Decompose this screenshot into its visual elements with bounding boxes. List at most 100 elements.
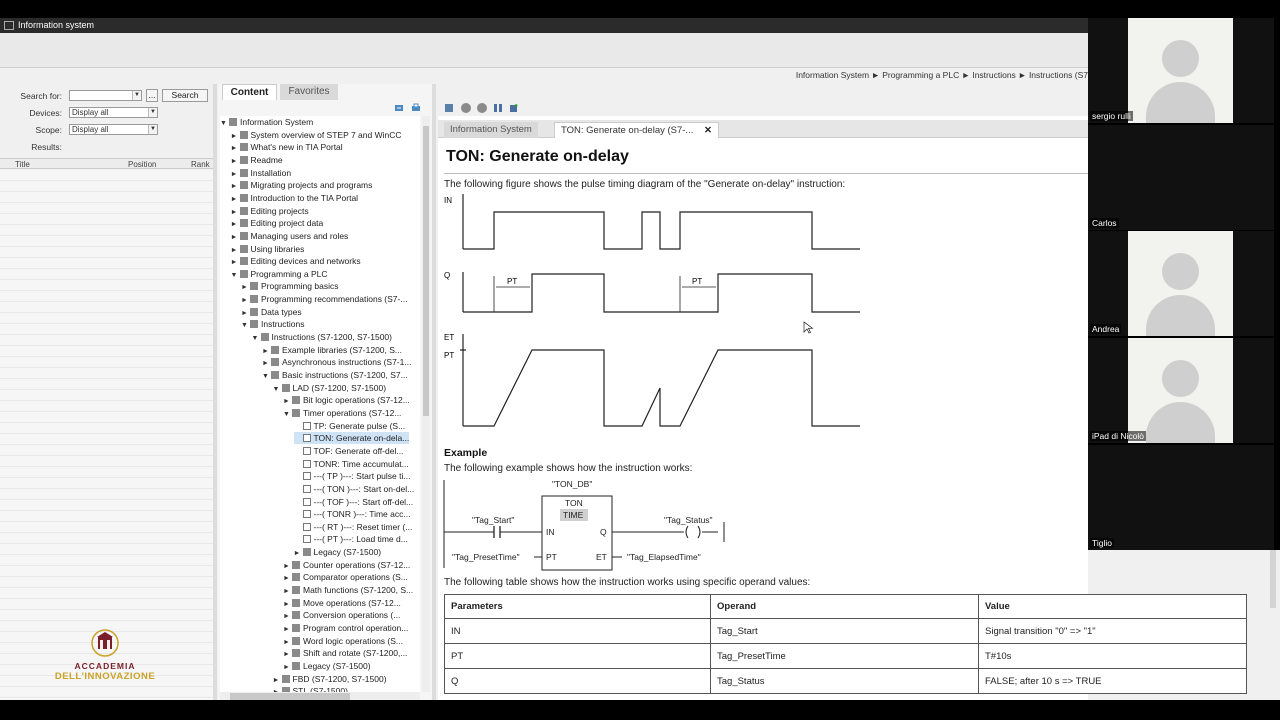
tree-item[interactable]: TP: Generate pulse (S... xyxy=(294,420,405,432)
tree-item[interactable]: ► Migrating projects and programs xyxy=(231,179,373,191)
expand-down-icon[interactable]: ▼ xyxy=(231,270,240,282)
devices-select[interactable]: Display all ▼ xyxy=(69,107,158,118)
print-icon[interactable] xyxy=(411,103,421,113)
tree-item[interactable]: ► Programming basics xyxy=(241,280,338,292)
participant-tile[interactable]: iPad di Nicolò xyxy=(1088,338,1274,443)
stop-icon[interactable] xyxy=(493,103,503,113)
tree-item-label: Basic instructions (S7-1200, S7... xyxy=(282,370,408,380)
tree-item[interactable]: TONR: Time accumulat... xyxy=(294,458,409,470)
add-favorite-icon[interactable] xyxy=(509,103,519,113)
q-signal-trace xyxy=(463,273,860,313)
tag-preset-time-label: "Tag_PresetTime" xyxy=(452,552,520,562)
book-icon xyxy=(292,611,300,620)
tree-item[interactable]: ► Word logic operations (S... xyxy=(283,635,403,647)
tree-item[interactable]: ▼ Programming a PLC xyxy=(231,268,328,280)
expand-down-icon[interactable]: ▼ xyxy=(252,333,261,345)
back-icon[interactable] xyxy=(461,103,471,113)
forward-icon[interactable] xyxy=(477,103,487,113)
book-icon xyxy=(271,345,279,354)
chevron-down-icon[interactable]: ▼ xyxy=(148,108,157,117)
tab-ton-generate-on-delay[interactable]: TON: Generate on-delay (S7-... ✕ xyxy=(554,122,719,138)
tree-item[interactable]: ► Program control operation... xyxy=(283,622,408,634)
tree-item[interactable]: ---( TP )---: Start pulse ti... xyxy=(294,470,410,482)
book-icon xyxy=(250,295,258,304)
tab-information-system[interactable]: Information System xyxy=(444,122,538,138)
tree-item[interactable]: ▼ Basic instructions (S7-1200, S7... xyxy=(262,369,408,381)
column-position[interactable]: Position xyxy=(128,160,156,169)
tree-item[interactable]: ► Readme xyxy=(231,154,283,166)
page-icon xyxy=(302,484,311,493)
participant-tile[interactable]: Carlos xyxy=(1088,125,1274,230)
tree-item[interactable]: ▼ Timer operations (S7-12... xyxy=(283,407,401,419)
document-tabs: Information System TON: Generate on-dela… xyxy=(438,120,1088,138)
tree-hscroll-thumb[interactable] xyxy=(230,693,350,700)
tree-item[interactable]: ---( RT )---: Reset timer (... xyxy=(294,521,412,533)
chevron-down-icon[interactable]: ▼ xyxy=(148,125,157,134)
more-button[interactable]: ... xyxy=(146,89,158,102)
participant-tile[interactable]: Tiglio xyxy=(1088,445,1274,550)
tree-item[interactable]: ► Shift and rotate (S7-1200,... xyxy=(283,647,407,659)
tree-item[interactable]: ► Editing projects xyxy=(231,205,309,217)
contact-tag-start xyxy=(493,526,501,538)
column-rank[interactable]: Rank xyxy=(191,160,210,169)
tree-item[interactable]: ► Counter operations (S7-12... xyxy=(283,559,410,571)
tree-item[interactable]: ► Editing project data xyxy=(231,217,324,229)
tree-item[interactable]: ► Asynchronous instructions (S7-1... xyxy=(262,356,411,368)
book-icon xyxy=(250,307,258,316)
close-icon[interactable]: ✕ xyxy=(704,125,712,136)
tree-item[interactable]: ---( TOF )---: Start off-del... xyxy=(294,496,413,508)
tree-item[interactable]: ► FBD (S7-1200, S7-1500) xyxy=(273,673,387,685)
search-button[interactable]: Search xyxy=(162,89,208,102)
tree-item[interactable]: ► Using libraries xyxy=(231,243,305,255)
tree-item[interactable]: ► Bit logic operations (S7-12... xyxy=(283,394,410,406)
tree-item[interactable]: ---( PT )---: Load time d... xyxy=(294,533,408,545)
expand-down-icon[interactable]: ▼ xyxy=(220,118,229,130)
tree-scrollbar[interactable] xyxy=(422,116,430,692)
tree-item[interactable]: ► Editing devices and networks xyxy=(231,255,361,267)
tree-item[interactable]: ► Programming recommendations (S7-... xyxy=(241,293,407,305)
tree-item[interactable]: ▼ Information System xyxy=(220,116,313,128)
tree-item[interactable]: TON: Generate on-dela... xyxy=(293,432,410,445)
tree-item[interactable]: ► Managing users and roles xyxy=(231,230,349,242)
tree-item[interactable]: ---( TONR )---: Time acc... xyxy=(294,508,410,520)
tree-item[interactable]: ▼ Instructions (S7-1200, S7-1500) xyxy=(252,331,392,343)
tab-content[interactable]: Content xyxy=(222,84,277,100)
tree-item[interactable]: ► Example libraries (S7-1200, S... xyxy=(262,344,402,356)
tree-item[interactable]: ▼ Instructions xyxy=(241,318,304,330)
tree-item[interactable]: ► Legacy (S7-1500) xyxy=(294,546,382,558)
expand-down-icon[interactable]: ▼ xyxy=(283,409,292,421)
tree-item[interactable]: ► System overview of STEP 7 and WinCC xyxy=(231,129,402,141)
expand-down-icon[interactable]: ▼ xyxy=(241,320,250,332)
chevron-down-icon[interactable]: ▼ xyxy=(132,91,141,100)
tree-item[interactable]: ► Comparator operations (S... xyxy=(283,571,408,583)
panel-splitter[interactable] xyxy=(213,84,217,700)
tree-item[interactable]: ► Data types xyxy=(241,306,302,318)
panel-splitter[interactable] xyxy=(432,84,436,700)
tree-item[interactable]: ---( TON )---: Start on-del... xyxy=(294,483,414,495)
expand-down-icon[interactable]: ▼ xyxy=(273,384,282,396)
breadcrumb[interactable]: Information System ► Programming a PLC ►… xyxy=(700,70,1088,80)
tree-item[interactable]: ► Math functions (S7-1200, S... xyxy=(283,584,413,596)
tree-item[interactable]: ►STL (S7-1500) xyxy=(273,685,348,692)
expand-down-icon[interactable]: ▼ xyxy=(262,371,271,383)
participant-tile[interactable]: Andrea xyxy=(1088,231,1274,336)
tree-item[interactable]: ► What's new in TIA Portal xyxy=(231,141,343,153)
tree-item[interactable]: ► Conversion operations (... xyxy=(283,609,400,621)
sync-icon[interactable] xyxy=(394,103,404,113)
tree-item[interactable]: ▼ LAD (S7-1200, S7-1500) xyxy=(273,382,387,394)
tree-item[interactable]: TOF: Generate off-del... xyxy=(294,445,403,457)
tree-item[interactable]: ► Legacy (S7-1500) xyxy=(283,660,371,672)
tab-favorites[interactable]: Favorites xyxy=(280,84,338,100)
search-input[interactable]: ▼ xyxy=(69,90,142,101)
q-label: Q xyxy=(444,271,450,280)
tree-scroll-thumb[interactable] xyxy=(423,126,429,416)
participant-tile[interactable]: sergio rulli xyxy=(1088,18,1274,123)
tree-item[interactable]: ► Move operations (S7-12... xyxy=(283,597,401,609)
tree-item[interactable]: ► Installation xyxy=(231,167,292,179)
app-window: Information system Information System ► … xyxy=(0,0,1280,720)
tree-item-label: Word logic operations (S... xyxy=(303,635,403,646)
sync-tree-icon[interactable] xyxy=(444,103,454,113)
column-title[interactable]: Title xyxy=(15,160,30,169)
scope-select[interactable]: Display all ▼ xyxy=(69,124,158,135)
tree-item[interactable]: ► Introduction to the TIA Portal xyxy=(231,192,359,204)
